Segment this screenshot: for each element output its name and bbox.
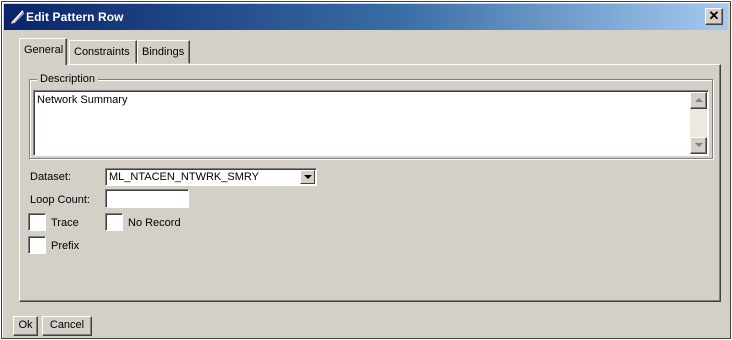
description-legend: Description	[37, 73, 99, 85]
description-scrollbar[interactable]	[690, 92, 707, 154]
dataset-select[interactable]: ML_NTACEN_NTWRK_SMRY	[105, 168, 317, 186]
tab-label: Constraints	[74, 46, 130, 58]
description-group: Description Network Summary	[29, 73, 713, 159]
trace-checkbox[interactable]	[28, 213, 46, 231]
chevron-down-icon	[304, 175, 312, 179]
ok-label: Ok	[18, 319, 33, 331]
edit-pattern-row-dialog: Edit Pattern Row ✕ General Constraints B…	[1, 1, 731, 339]
close-button[interactable]: ✕	[705, 8, 723, 25]
window-title: Edit Pattern Row	[26, 10, 124, 24]
arrow-down-icon	[695, 143, 703, 147]
no-record-label: No Record	[128, 217, 181, 229]
tab-label: General	[24, 44, 64, 56]
loop-count-input[interactable]	[105, 189, 189, 208]
tab-bindings[interactable]: Bindings	[137, 40, 190, 64]
dataset-value: ML_NTACEN_NTWRK_SMRY	[109, 171, 259, 183]
prefix-checkbox[interactable]	[28, 236, 46, 254]
dataset-dropdown-button[interactable]	[300, 170, 315, 184]
dataset-label: Dataset:	[30, 171, 71, 183]
prefix-label: Prefix	[51, 240, 80, 252]
scroll-up-button[interactable]	[690, 92, 707, 109]
trace-label: Trace	[51, 217, 79, 229]
description-text: Network Summary	[37, 94, 128, 106]
arrow-up-icon	[695, 98, 703, 102]
cancel-label: Cancel	[49, 319, 85, 331]
scroll-down-button[interactable]	[690, 137, 707, 154]
description-textarea[interactable]: Network Summary	[33, 90, 709, 156]
no-record-checkbox[interactable]	[105, 213, 123, 231]
tab-constraints[interactable]: Constraints	[69, 40, 137, 64]
close-icon: ✕	[708, 8, 720, 23]
loop-count-label: Loop Count:	[30, 194, 90, 206]
general-tab-panel: Description Network Summary Dataset: ML_…	[19, 64, 721, 302]
cancel-button[interactable]: Cancel	[42, 316, 92, 336]
ok-button[interactable]: Ok	[13, 316, 38, 336]
pencil-icon	[10, 9, 26, 25]
tab-general[interactable]: General	[19, 38, 67, 65]
tab-label: Bindings	[142, 46, 185, 58]
title-bar[interactable]: Edit Pattern Row ✕	[4, 4, 728, 30]
